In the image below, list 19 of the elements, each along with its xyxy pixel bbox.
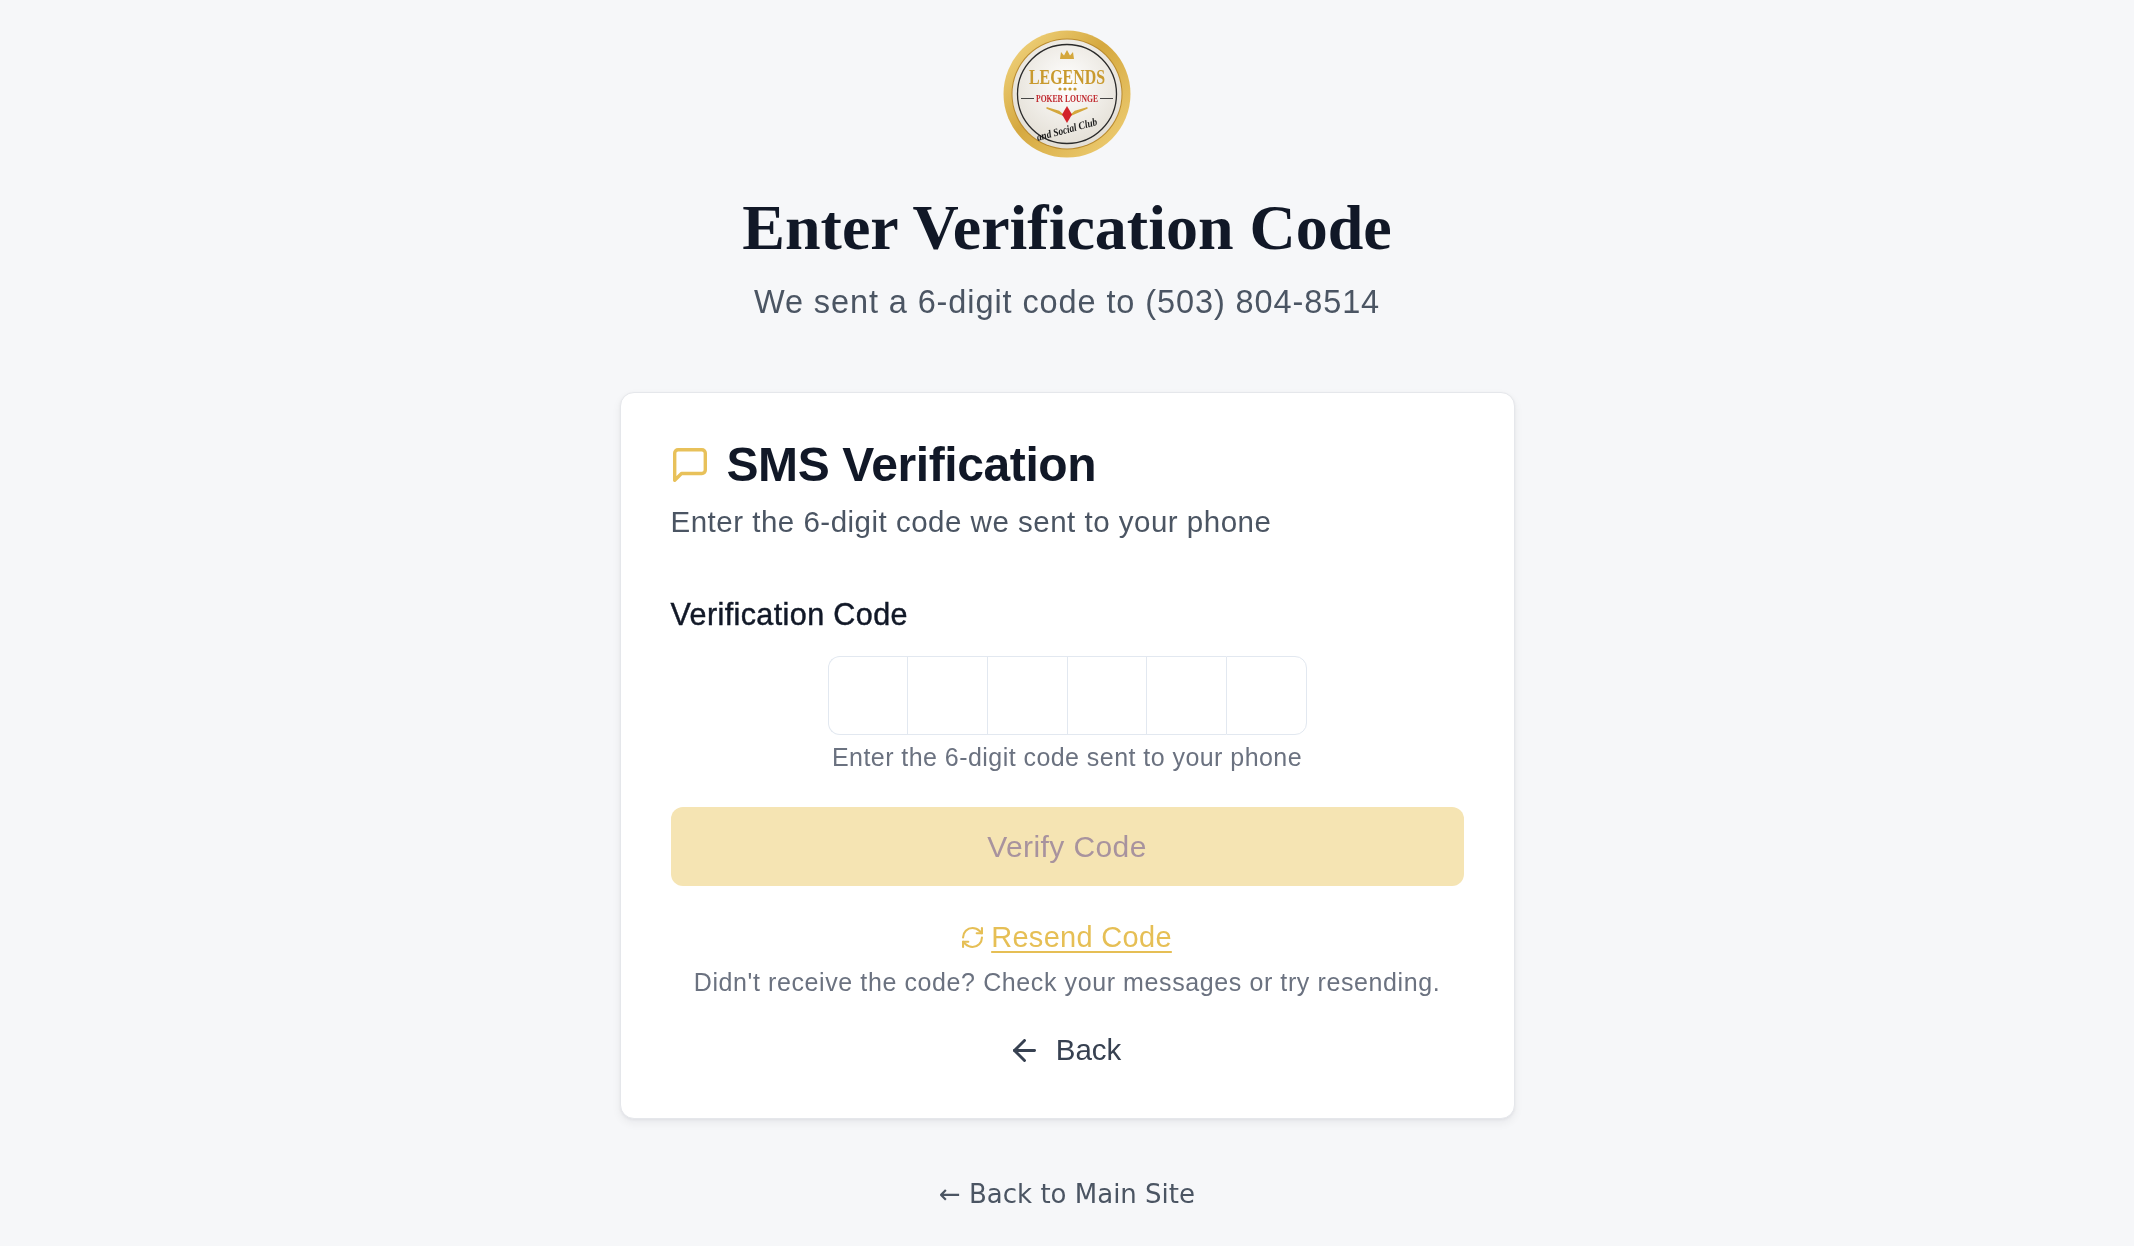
card-description: Enter the 6-digit code we sent to your phone (670, 503, 1273, 540)
code-digit-field[interactable] (1225, 655, 1307, 735)
resend-note: Didn't receive the code? Check your messages or try resending. (693, 966, 1441, 998)
back-to-main-site-link[interactable]: ← Back to Main Site (938, 1178, 1196, 1209)
refresh-icon (962, 927, 984, 949)
arrow-left-icon (1012, 1038, 1036, 1062)
code-digit-field[interactable] (827, 655, 908, 735)
field-label: Verification Code (670, 595, 908, 633)
chat-bubble-icon (672, 447, 707, 482)
logo: LEGENDS POKER LOUNGE and Social Club (1003, 30, 1131, 158)
card-title: SMS Verification (726, 437, 1097, 493)
code-digit-field[interactable] (986, 655, 1067, 735)
page-subtitle: We sent a 6-digit code to (503) 804-8514 (753, 283, 1381, 322)
page-title: Enter Verification Code (742, 196, 1392, 260)
code-digit-field[interactable] (1066, 655, 1147, 735)
field-hint: Enter the 6-digit code sent to your phone (831, 741, 1303, 773)
code-digit-field[interactable] (907, 655, 987, 735)
code-digit-field[interactable] (1146, 655, 1226, 735)
back-button[interactable]: Back (996, 1023, 1138, 1078)
